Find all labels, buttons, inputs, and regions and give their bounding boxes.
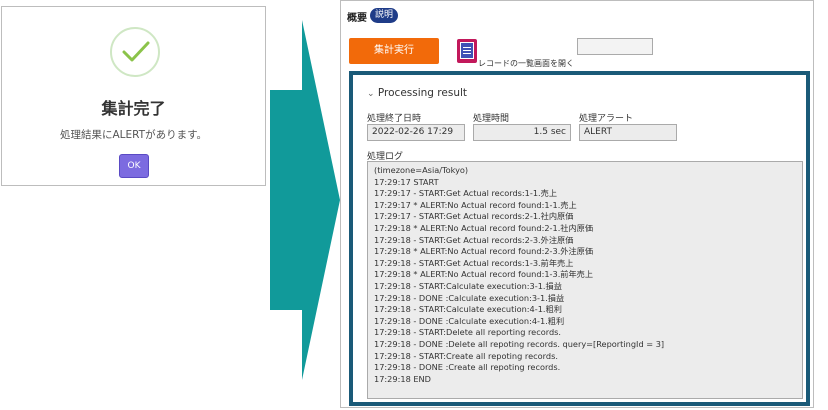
processing-result-header[interactable]: ⌄ Processing result	[367, 87, 467, 99]
log-textarea[interactable]: (timezone=Asia/Tokyo) 17:29:17 START 17:29…	[367, 161, 803, 399]
ok-button[interactable]: OK	[119, 154, 149, 178]
record-list-icon[interactable]	[457, 39, 477, 63]
log-line: 17:29:18 - DONE :Create all repoting rec…	[374, 362, 561, 373]
log-line: 17:29:18 - START:Get Actual records:2-3.…	[374, 234, 574, 245]
log-line: 17:29:18 - START:Delete all reporting re…	[374, 327, 562, 338]
description-badge[interactable]: 説明	[370, 8, 399, 23]
duration-field[interactable]: 1.5 sec	[473, 124, 571, 141]
completion-dialog: 集計完了 処理結果にALERTがあります。 OK	[1, 6, 266, 186]
dialog-title: 集計完了	[101, 99, 166, 118]
success-circle	[110, 27, 160, 77]
end-time-field[interactable]: 2022-02-26 17:29	[367, 124, 465, 141]
record-list-link[interactable]: レコードの一覧画面を開く	[478, 58, 574, 69]
dialog-message: 処理結果にALERTがあります。	[59, 129, 208, 141]
log-line: 17:29:18 - DONE :Delete all repoting rec…	[374, 338, 665, 349]
arrow-right-icon	[270, 20, 340, 380]
summary-panel: 概要 説明 集計実行 レコードの一覧画面を開く ⌄ Processing res…	[340, 0, 814, 408]
log-line: 17:29:17 - START:Get Actual records:2-1.…	[374, 211, 574, 222]
alert-field[interactable]: ALERT	[579, 124, 677, 141]
log-line: 17:29:18 * ALERT:No Actual record found:…	[374, 222, 594, 233]
log-line: (timezone=Asia/Tokyo)	[374, 165, 469, 175]
log-line: 17:29:18 END	[374, 373, 431, 384]
chevron-down-icon: ⌄	[367, 89, 375, 99]
run-aggregation-button[interactable]: 集計実行	[349, 38, 439, 64]
top-field[interactable]	[577, 38, 653, 55]
duration-label: 処理時間	[473, 114, 510, 124]
log-line: 17:29:17 START	[374, 176, 439, 187]
processing-result-title: Processing result	[377, 87, 468, 99]
log-line: 17:29:17 * ALERT:No Actual record found:…	[374, 199, 577, 210]
log-line: 17:29:18 - START:Get Actual records:1-3.…	[374, 257, 574, 268]
log-line: 17:29:18 - START:Create all repoting rec…	[374, 350, 558, 361]
log-line: 17:29:18 - DONE :Calculate execution:3-1…	[374, 292, 565, 303]
log-line: 17:29:18 * ALERT:No Actual record found:…	[374, 269, 594, 280]
alert-label: 処理アラート	[579, 114, 634, 124]
log-line: 17:29:18 - START:Calculate execution:4-1…	[374, 304, 562, 315]
processing-result-section: ⌄ Processing result 処理終了日時 2022-02-26 17…	[349, 71, 810, 406]
log-line: 17:29:17 - START:Get Actual records:1-1.…	[374, 188, 558, 199]
summary-label: 概要	[347, 13, 367, 24]
end-time-label: 処理終了日時	[367, 114, 422, 124]
log-line: 17:29:18 * ALERT:No Actual record found:…	[374, 246, 594, 257]
log-line: 17:29:18 - START:Calculate execution:3-1…	[374, 280, 562, 291]
check-icon	[122, 41, 150, 62]
log-line: 17:29:18 - DONE :Calculate execution:4-1…	[374, 315, 565, 326]
